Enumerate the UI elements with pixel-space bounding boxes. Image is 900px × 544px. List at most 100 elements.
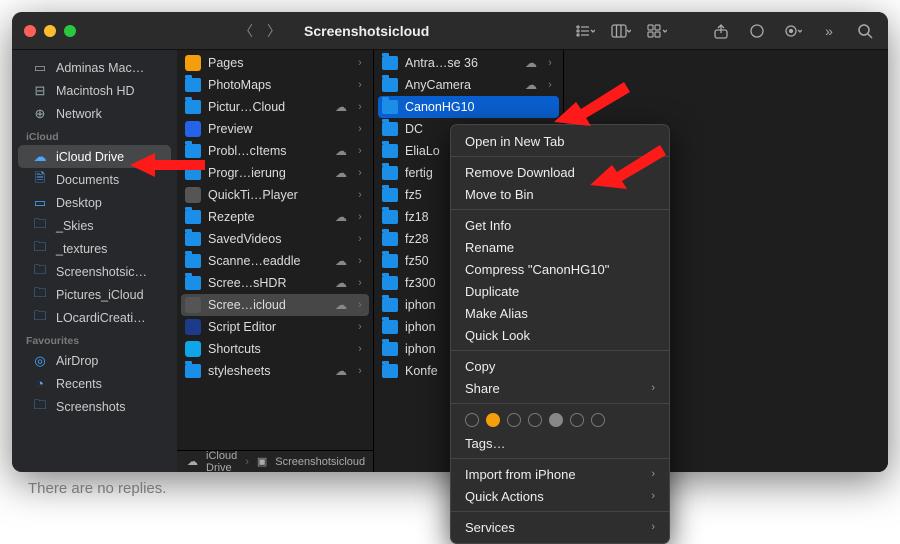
separator	[451, 209, 669, 210]
minimize-window-button[interactable]	[44, 25, 56, 37]
item-pictures-cloud[interactable]: Pictur…Cloud☁›	[177, 96, 373, 118]
sidebar-label: Macintosh HD	[56, 84, 135, 98]
sidebar-item-airdrop[interactable]: ◎AirDrop	[18, 349, 171, 372]
tag-none[interactable]	[465, 413, 479, 427]
ctx-duplicate[interactable]: Duplicate	[451, 280, 669, 302]
sidebar-section-favourites: Favourites	[12, 329, 177, 349]
share-icon[interactable]	[710, 23, 732, 39]
annotation-arrow-1	[130, 150, 210, 190]
globe-icon: ⊕	[32, 106, 48, 122]
back-button[interactable]: 〈	[234, 19, 258, 43]
item-script-editor[interactable]: Script Editor›	[177, 316, 373, 338]
tag-circle[interactable]	[528, 413, 542, 427]
traffic-lights[interactable]	[24, 25, 76, 37]
item-photomaps[interactable]: PhotoMaps›	[177, 74, 373, 96]
view-list-icon[interactable]	[574, 24, 596, 38]
tag-gray[interactable]	[549, 413, 563, 427]
folder-icon	[382, 122, 398, 136]
tag-circle[interactable]	[570, 413, 584, 427]
chevron-right-icon: ›	[651, 382, 655, 394]
ctx-services[interactable]: Services›	[451, 516, 669, 538]
close-window-button[interactable]	[24, 25, 36, 37]
chevron-right-icon: ›	[355, 299, 365, 311]
ctx-get-info[interactable]: Get Info	[451, 214, 669, 236]
view-columns-icon[interactable]	[610, 24, 632, 38]
annotation-arrow-2	[554, 82, 634, 132]
chevron-right-icon: ›	[355, 233, 365, 245]
chevron-right-icon: ›	[355, 123, 365, 135]
airdrop-icon: ◎	[32, 353, 48, 369]
path-bar[interactable]: ☁ iCloud Drive › ▣ Screenshotsicloud	[177, 450, 373, 472]
folder-icon	[185, 232, 201, 246]
ctx-tag-colors[interactable]	[451, 408, 669, 432]
separator	[451, 403, 669, 404]
ctx-make-alias[interactable]: Make Alias	[451, 302, 669, 324]
folder-icon	[382, 100, 398, 114]
folder-icon	[382, 254, 398, 268]
cloud-download-icon: ☁	[334, 254, 348, 268]
item-screenshotshdr[interactable]: Scree…sHDR☁›	[177, 272, 373, 294]
sidebar-item-network[interactable]: ⊕Network	[18, 102, 171, 125]
item-savedvideos[interactable]: SavedVideos›	[177, 228, 373, 250]
ctx-import-iphone[interactable]: Import from iPhone›	[451, 463, 669, 485]
folder-icon	[185, 210, 201, 224]
ctx-copy[interactable]: Copy	[451, 355, 669, 377]
folder-icon	[382, 144, 398, 158]
ctx-rename[interactable]: Rename	[451, 236, 669, 258]
group-icon[interactable]	[646, 24, 668, 38]
app-icon	[185, 341, 201, 357]
tag-orange[interactable]	[486, 413, 500, 427]
app-icon	[185, 319, 201, 335]
item-screenshotsicloud[interactable]: Scree…icloud☁›	[181, 294, 369, 316]
sidebar-item-textures[interactable]: 🗀_textures	[18, 237, 171, 260]
sidebar-item-macintosh-hd[interactable]: ⊟Macintosh HD	[18, 79, 171, 102]
tag-circle[interactable]	[591, 413, 605, 427]
sidebar-item-screenshots[interactable]: 🗀Screenshots	[18, 395, 171, 418]
sidebar-item-skies[interactable]: 🗀_Skies	[18, 214, 171, 237]
sidebar-item-adminas-mac[interactable]: ▭Adminas Mac…	[18, 56, 171, 79]
item-anycamera[interactable]: AnyCamera☁›	[374, 74, 563, 96]
ctx-share[interactable]: Share›	[451, 377, 669, 399]
cloud-icon: ☁	[187, 455, 198, 468]
folder-icon: 🗀	[32, 399, 48, 415]
item-stylesheets[interactable]: stylesheets☁›	[177, 360, 373, 382]
path-segment[interactable]: iCloud Drive	[206, 450, 237, 473]
item-rezepte[interactable]: Rezepte☁›	[177, 206, 373, 228]
chevron-right-icon: ›	[355, 167, 365, 179]
item-shortcuts[interactable]: Shortcuts›	[177, 338, 373, 360]
tag-circle[interactable]	[507, 413, 521, 427]
folder-icon	[185, 78, 201, 92]
more-icon[interactable]: »	[818, 24, 840, 38]
item-preview[interactable]: Preview›	[177, 118, 373, 140]
sidebar-item-locardicreati[interactable]: 🗀LOcardiCreati…	[18, 306, 171, 329]
cloud-download-icon: ☁	[524, 56, 538, 70]
sidebar-item-screenshotsicloud[interactable]: 🗀Screenshotsic…	[18, 260, 171, 283]
sidebar-label: _Skies	[56, 219, 94, 233]
item-antrasse36[interactable]: Antra…se 36☁›	[374, 52, 563, 74]
item-scanner-readdle[interactable]: Scanne…eaddle☁›	[177, 250, 373, 272]
tag-icon[interactable]	[746, 23, 768, 39]
sidebar-item-desktop[interactable]: ▭Desktop	[18, 191, 171, 214]
sidebar-item-recents[interactable]: ◔Recents	[18, 372, 171, 395]
item-pages[interactable]: Pages›	[177, 52, 373, 74]
search-icon[interactable]	[854, 23, 876, 39]
chevron-right-icon: ›	[355, 255, 365, 267]
sidebar-item-pictures-icloud[interactable]: 🗀Pictures_iCloud	[18, 283, 171, 306]
separator	[451, 511, 669, 512]
zoom-window-button[interactable]	[64, 25, 76, 37]
item-canonhg10[interactable]: CanonHG10	[378, 96, 559, 118]
path-segment[interactable]: Screenshotsicloud	[275, 456, 365, 468]
ctx-quick-actions[interactable]: Quick Actions›	[451, 485, 669, 507]
ctx-tags[interactable]: Tags…	[451, 432, 669, 454]
ctx-quick-look[interactable]: Quick Look	[451, 324, 669, 346]
action-icon[interactable]	[782, 23, 804, 39]
folder-icon	[185, 254, 201, 268]
forward-button[interactable]: 〉	[262, 19, 286, 43]
ctx-compress[interactable]: Compress "CanonHG10"	[451, 258, 669, 280]
chevron-right-icon: ›	[355, 79, 365, 91]
sidebar-section-icloud: iCloud	[12, 125, 177, 145]
cloud-download-icon: ☁	[334, 166, 348, 180]
folder-icon	[382, 166, 398, 180]
folder-icon	[382, 342, 398, 356]
chevron-right-icon: ›	[651, 468, 655, 480]
